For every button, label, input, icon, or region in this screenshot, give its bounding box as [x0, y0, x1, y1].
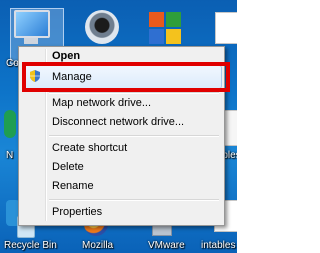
monitor-stand-icon — [24, 38, 38, 44]
menu-separator — [49, 92, 219, 94]
desktop-icon-label: N — [6, 150, 14, 161]
webcam-lens-icon — [85, 10, 119, 44]
computer-icon[interactable] — [10, 8, 64, 64]
annotation-highlight-box — [22, 62, 230, 92]
desktop-icon-label: intables — [201, 240, 236, 251]
menu-item-map-network-drive[interactable]: Map network drive... — [52, 97, 151, 109]
desktop-icon-label: VMware — [148, 240, 185, 251]
desktop-icon-label: Mozilla — [82, 240, 114, 251]
grid-quadrant — [166, 29, 181, 44]
menu-separator — [49, 199, 219, 201]
grid-quadrant — [149, 29, 164, 44]
app-grid-icon[interactable] — [147, 10, 187, 50]
desktop-icon-label: Recycle Bin — [4, 240, 57, 251]
network-glyph — [4, 110, 16, 138]
menu-item-open[interactable]: Open — [52, 50, 80, 62]
grid-quadrant — [149, 12, 164, 27]
menu-separator — [49, 135, 219, 137]
monitor-screen-icon — [14, 10, 50, 38]
webcam-icon[interactable] — [85, 10, 121, 46]
menu-item-rename[interactable]: Rename — [52, 180, 94, 192]
menu-item-disconnect-network-drive[interactable]: Disconnect network drive... — [52, 116, 184, 128]
desktop-icon-label: Co — [6, 58, 19, 69]
menu-item-properties[interactable]: Properties — [52, 206, 102, 218]
document-icon[interactable] — [215, 12, 239, 44]
document-page-icon — [215, 12, 239, 44]
frame-edge — [237, 0, 248, 253]
menu-item-delete[interactable]: Delete — [52, 161, 84, 173]
menu-item-create-shortcut[interactable]: Create shortcut — [52, 142, 127, 154]
network-icon[interactable] — [4, 110, 16, 140]
grid-quadrant — [166, 12, 181, 27]
